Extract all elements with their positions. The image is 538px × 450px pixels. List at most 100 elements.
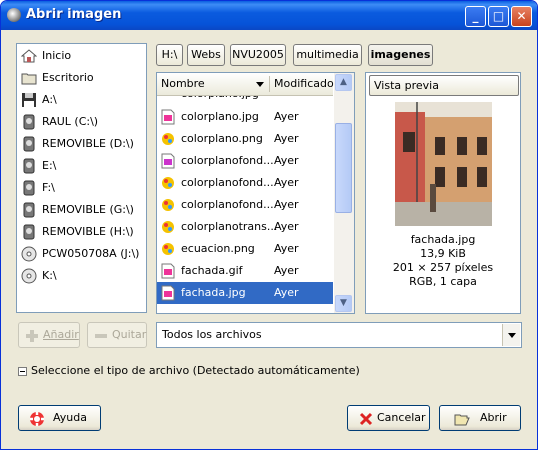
file-row[interactable]: fachada.gif Ayer: [157, 260, 333, 282]
place-label: RAUL (C:\): [42, 115, 99, 128]
file-list-scrollbar[interactable]: ▲ ▼: [334, 73, 354, 313]
file-modified: Ayer: [274, 176, 299, 189]
file-name: colorplanofond...: [181, 176, 274, 189]
path-button-imagenes[interactable]: imagenes: [368, 44, 433, 66]
sort-descending-icon: [256, 82, 264, 87]
place-item-drive-e[interactable]: E:\: [20, 156, 144, 176]
place-item-drive-h[interactable]: REMOVIBLE (H:\): [20, 222, 144, 242]
cancel-button[interactable]: Cancelar: [347, 405, 430, 431]
place-label: A:\: [42, 93, 57, 106]
remove-bookmark-button[interactable]: Quitar: [87, 322, 147, 348]
hard-drive-icon: [23, 224, 35, 240]
place-item-drive-d[interactable]: REMOVIBLE (D:\): [20, 134, 144, 154]
file-name: colorplano.png: [181, 132, 263, 145]
add-label: Añadir: [43, 328, 79, 341]
place-item-drive-k[interactable]: K:\: [20, 266, 144, 286]
path-button-webs[interactable]: Webs: [187, 44, 225, 66]
place-label: Escritorio: [42, 71, 94, 84]
file-modified: Ayer: [274, 264, 299, 277]
image-file-icon: [162, 133, 174, 145]
cancel-x-icon: [359, 412, 373, 426]
scroll-up-icon[interactable]: ▲: [335, 74, 352, 91]
file-modified: Ayer: [274, 132, 299, 145]
file-modified: Ayer: [274, 286, 299, 299]
maximize-button[interactable]: □: [488, 6, 509, 27]
image-file-icon: [161, 153, 175, 169]
place-label: PCW050708A (J:\): [42, 247, 140, 260]
file-row[interactable]: colorplanotrans... Ayer: [157, 216, 333, 238]
file-name: colorplanotrans...: [181, 220, 278, 233]
place-label: REMOVIBLE (H:\): [42, 225, 134, 238]
hard-drive-icon: [23, 202, 35, 218]
cd-icon: [21, 246, 37, 262]
file-row[interactable]: colorplanofond... Ayer: [157, 194, 333, 216]
home-icon: [21, 49, 37, 63]
minimize-button[interactable]: _: [465, 6, 486, 27]
preview-filename: fachada.jpg: [410, 233, 476, 246]
file-row[interactable]: colorplanofond... Ayer: [157, 150, 333, 172]
file-row[interactable]: ecuacion.png Ayer: [157, 238, 333, 260]
folder-icon: [21, 73, 37, 85]
chevron-down-icon[interactable]: [502, 324, 520, 346]
scroll-thumb[interactable]: [335, 123, 352, 213]
help-button[interactable]: Ayuda: [18, 405, 101, 431]
hard-drive-icon: [23, 136, 35, 152]
preview-size: 13,9 KiB: [420, 247, 466, 260]
file-row[interactable]: colorplano.png Ayer: [157, 128, 333, 150]
column-name-header[interactable]: Nombre: [161, 77, 205, 90]
hard-drive-icon: [23, 158, 35, 174]
title-bar[interactable]: Abrir imagen _ □ ✕: [1, 1, 537, 30]
file-modified: Ayer: [274, 220, 299, 233]
open-label: Abrir: [480, 411, 507, 424]
path-button-root[interactable]: H:\: [156, 44, 183, 66]
file-modified: Ayer: [274, 198, 299, 211]
place-item-home[interactable]: Inicio: [20, 46, 144, 66]
file-row[interactable]: colorplano.jpg Ayer: [157, 106, 333, 128]
image-file-icon: [162, 199, 174, 211]
file-name: fachada.jpg: [181, 286, 246, 299]
file-name: colorplano.jpg: [181, 110, 259, 123]
file-modified: Ayer: [274, 242, 299, 255]
file-modified: Ayer: [274, 154, 299, 167]
place-item-floppy[interactable]: A:\: [20, 90, 144, 110]
open-button[interactable]: Abrir: [439, 405, 521, 431]
open-folder-icon: [454, 414, 470, 426]
file-row[interactable]: colorplanofond... Ayer: [157, 172, 333, 194]
image-file-icon: [161, 285, 175, 301]
window-title: Abrir imagen: [26, 7, 122, 22]
file-name: colorplanofond...: [181, 154, 274, 167]
image-file-icon: [162, 177, 174, 189]
scroll-down-icon[interactable]: ▼: [335, 295, 352, 312]
plus-icon: [26, 330, 38, 342]
place-label: REMOVIBLE (D:\): [42, 137, 134, 150]
open-image-dialog: Abrir imagen _ □ ✕ Inicio Escritorio A:\…: [0, 0, 538, 450]
image-file-icon: [162, 243, 174, 255]
image-file-icon: [162, 221, 174, 233]
gimp-icon: [7, 8, 21, 22]
cancel-label: Cancelar: [377, 411, 426, 424]
cd-icon: [21, 268, 37, 284]
path-button-nvu2005[interactable]: NVU2005: [230, 44, 286, 66]
place-label: K:\: [42, 269, 57, 282]
preview-dimensions: 201 × 257 píxeles: [392, 261, 494, 274]
file-name: ecuacion.png: [181, 242, 255, 255]
lifebuoy-icon: [30, 412, 44, 426]
add-bookmark-button[interactable]: Añadir: [18, 322, 80, 348]
preview-panel: Vista previa fachada.jpg 13,9 KiB 201 × …: [365, 72, 521, 314]
preview-toggle[interactable]: Vista previa: [369, 75, 519, 96]
place-item-desktop[interactable]: Escritorio: [20, 68, 144, 88]
file-type-filter[interactable]: Todos los archivos: [156, 322, 522, 348]
file-name: colorplanofond...: [181, 198, 274, 211]
place-item-drive-j[interactable]: PCW050708A (J:\): [20, 244, 144, 264]
image-file-icon: [161, 109, 175, 125]
column-modified-header[interactable]: Modificado: [274, 77, 334, 90]
place-item-drive-g[interactable]: REMOVIBLE (G:\): [20, 200, 144, 220]
path-button-multimedia[interactable]: multimedia: [293, 44, 362, 66]
column-separator: [269, 76, 270, 92]
close-button[interactable]: ✕: [511, 6, 532, 27]
file-row-selected[interactable]: fachada.jpg Ayer: [157, 282, 333, 304]
places-list: Inicio Escritorio A:\ RAUL (C:\) REMOVIB…: [16, 43, 147, 313]
place-item-drive-c[interactable]: RAUL (C:\): [20, 112, 144, 132]
place-item-drive-f[interactable]: F:\: [20, 178, 144, 198]
hard-drive-icon: [23, 180, 35, 196]
